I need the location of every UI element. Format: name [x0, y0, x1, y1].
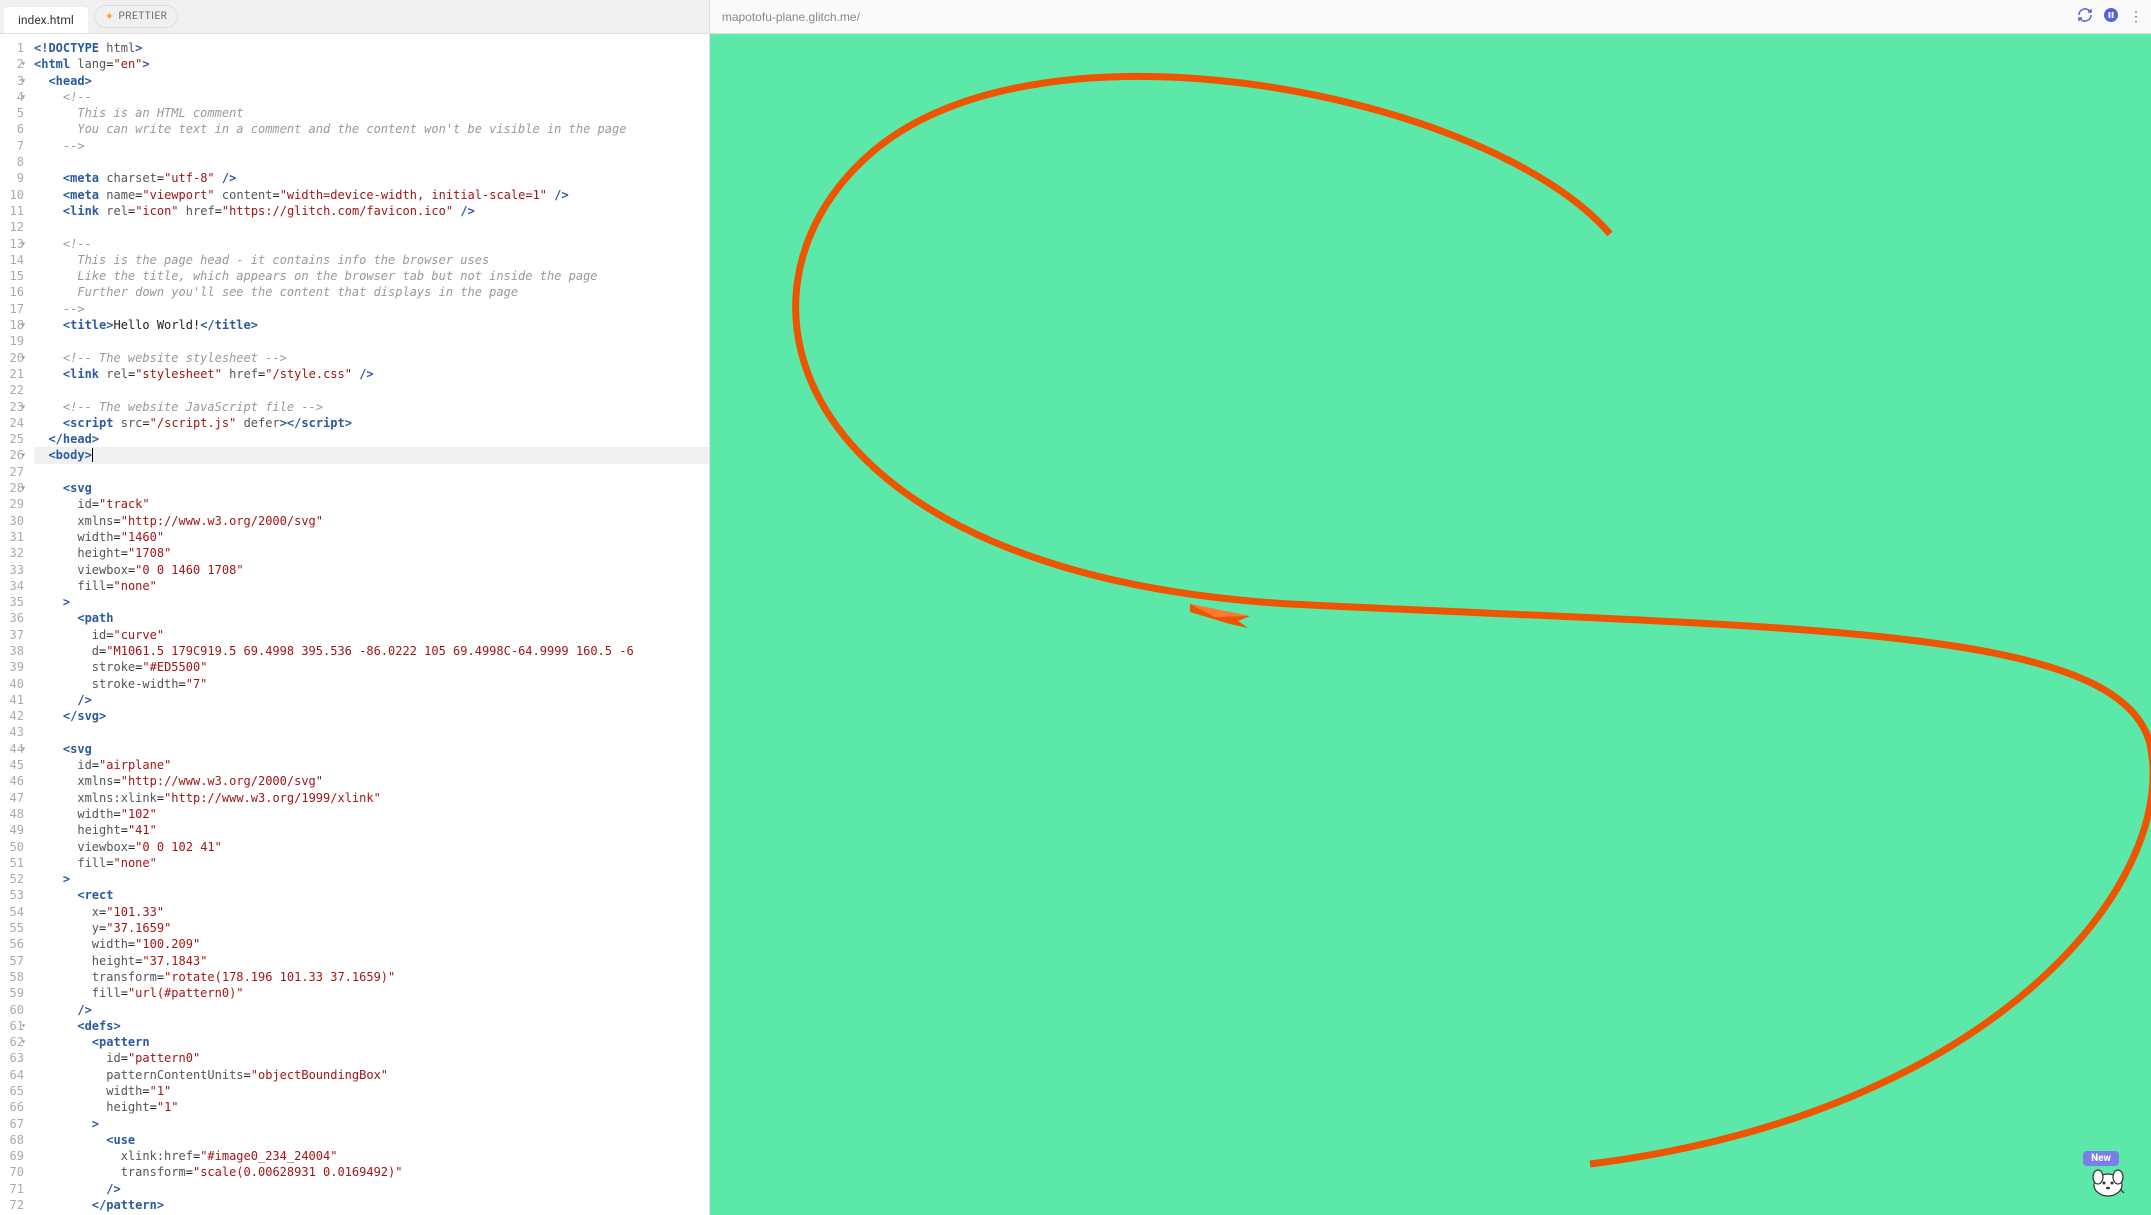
prettier-button[interactable]: ✦ PRETTIER: [94, 5, 179, 28]
url-bar: ⋮: [710, 0, 2151, 34]
prettier-label: PRETTIER: [119, 11, 168, 22]
glitch-mascot-icon[interactable]: [2090, 1167, 2126, 1205]
line-number-gutter: 12 ▾3 ▾4 ▾5678910111213 ▾1415161718 ▾192…: [0, 34, 34, 1215]
curve-path: [795, 76, 2151, 1164]
track-svg: [710, 34, 2151, 1215]
new-pill-label: New: [2083, 1151, 2119, 1166]
airplane-icon: [1190, 604, 1250, 628]
code-editor[interactable]: 12 ▾3 ▾4 ▾5678910111213 ▾1415161718 ▾192…: [0, 34, 709, 1215]
code-content[interactable]: <!DOCTYPE html><html lang="en"> <head> <…: [34, 34, 709, 1215]
new-badge[interactable]: New: [2081, 1150, 2121, 1165]
preview-viewport: [710, 34, 2151, 1215]
refresh-icon[interactable]: [2077, 7, 2093, 27]
url-input[interactable]: [718, 6, 2069, 28]
preview-pane: ⋮: [710, 0, 2151, 1215]
editor-pane: index.html ✦ PRETTIER 12 ▾3 ▾4 ▾56789101…: [0, 0, 710, 1215]
tab-bar: index.html ✦ PRETTIER: [0, 0, 709, 34]
more-icon[interactable]: ⋮: [2129, 9, 2143, 25]
pause-icon[interactable]: [2103, 7, 2119, 27]
tab-index-html[interactable]: index.html: [4, 7, 88, 33]
sparkle-icon: ✦: [105, 10, 115, 23]
